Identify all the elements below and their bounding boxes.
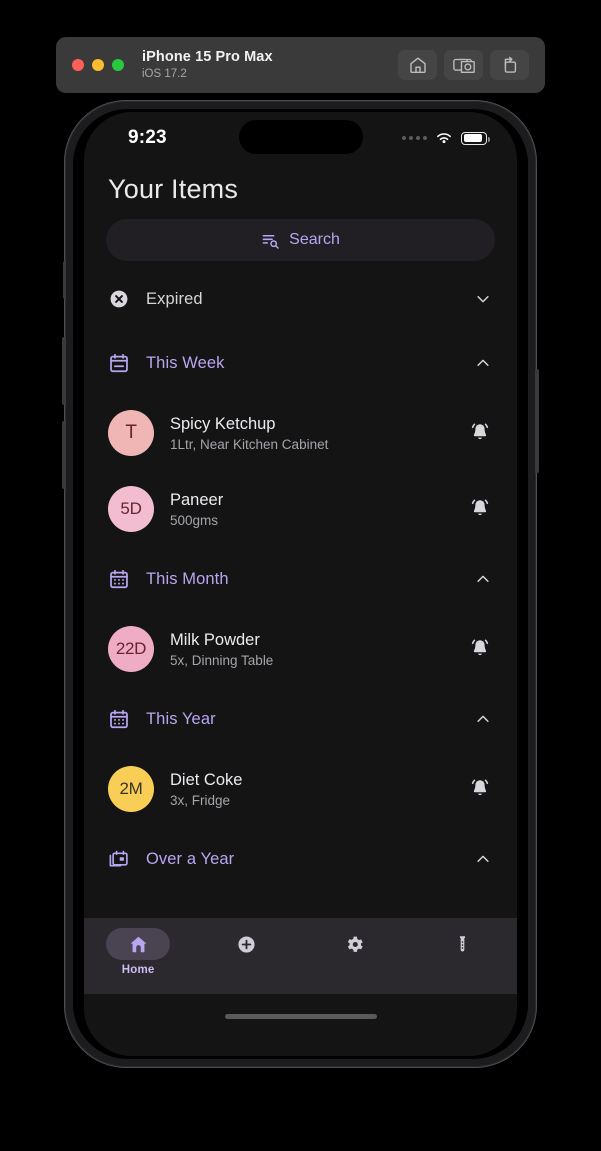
- list-item-title: Paneer: [170, 490, 224, 509]
- calendar-today-icon: [108, 352, 130, 374]
- list-item-text: Milk Powder 5x, Dinning Table: [170, 631, 273, 668]
- home-icon: [409, 57, 426, 74]
- notification-active-icon[interactable]: [467, 496, 493, 522]
- simulator-title-group: iPhone 15 Pro Max iOS 17.2: [142, 49, 273, 81]
- minimize-window-button[interactable]: [92, 59, 104, 71]
- calendar-month-icon: [108, 708, 130, 730]
- calendar-stack-icon: [108, 848, 130, 870]
- device-screen: 9:23 Your Items Search Expired This Week…: [84, 112, 517, 1056]
- list-item-subtitle: 3x, Fridge: [170, 792, 231, 808]
- chevron-up-icon[interactable]: [473, 849, 493, 869]
- simulator-screenshot-button[interactable]: [444, 50, 483, 80]
- tab-settings[interactable]: [301, 928, 409, 964]
- rotate-icon: [504, 56, 516, 73]
- section-label-this-month: This Month: [146, 569, 229, 588]
- avatar: 2M: [108, 766, 154, 812]
- screenshot-root: iPhone 15 Pro Max iOS 17.2 9:23 Your Ite…: [0, 0, 601, 1151]
- section-label-this-year: This Year: [146, 709, 216, 728]
- page-title: Your Items: [108, 174, 239, 204]
- tab-add[interactable]: [192, 928, 300, 964]
- items-list: Expired This Week T Spicy Ketchup 1Ltr, …: [84, 261, 517, 918]
- section-label-over-a-year: Over a Year: [146, 849, 235, 868]
- notification-active-icon[interactable]: [467, 636, 493, 662]
- search-label: Search: [289, 231, 340, 248]
- chevron-up-icon[interactable]: [473, 353, 493, 373]
- avatar: T: [108, 410, 154, 456]
- notification-active-icon[interactable]: [467, 776, 493, 802]
- simulator-rotate-button[interactable]: [490, 50, 529, 80]
- tab-add-pill: [214, 928, 278, 960]
- home-icon: [130, 936, 147, 952]
- simulator-home-button[interactable]: [398, 50, 437, 80]
- list-item-subtitle: 5x, Dinning Table: [170, 652, 274, 668]
- bottom-tab-bar: Home: [84, 918, 517, 994]
- tab-science[interactable]: [409, 928, 517, 964]
- battery-icon: [461, 131, 490, 145]
- avatar: 22D: [108, 626, 154, 672]
- section-header-this-year[interactable]: This Year: [84, 687, 517, 751]
- cellular-dots-icon: [402, 136, 427, 140]
- home-indicator[interactable]: [224, 1014, 377, 1019]
- tab-home[interactable]: Home: [84, 928, 192, 976]
- maximize-window-button[interactable]: [112, 59, 124, 71]
- search-button[interactable]: Search: [106, 219, 495, 261]
- tab-home-pill: [106, 928, 171, 960]
- home-indicator-area: [84, 994, 517, 1056]
- wifi-icon: [437, 133, 451, 144]
- tab-science-pill: [431, 928, 495, 960]
- status-bar: 9:23: [84, 112, 517, 164]
- close-window-button[interactable]: [72, 59, 84, 71]
- power-button[interactable]: [535, 369, 539, 473]
- calendar-month-icon: [108, 568, 130, 590]
- section-header-this-week[interactable]: This Week: [84, 331, 517, 395]
- list-item-title: Milk Powder: [170, 630, 260, 649]
- section-header-expired[interactable]: Expired: [84, 267, 517, 331]
- simulator-actions: [398, 50, 529, 80]
- list-item[interactable]: 2M Diet Coke 3x, Fridge: [84, 751, 517, 827]
- status-bar-clock: 9:23: [128, 127, 167, 148]
- tab-home-label: Home: [121, 964, 155, 976]
- screenshot-icon: [452, 58, 475, 73]
- list-item[interactable]: 5D Paneer 500gms: [84, 471, 517, 547]
- tab-settings-pill: [323, 928, 387, 960]
- section-label-this-week: This Week: [146, 353, 225, 372]
- list-item-text: Paneer 500gms: [170, 491, 223, 528]
- simulator-os-version: iOS 17.2: [142, 67, 187, 80]
- list-item[interactable]: T Spicy Ketchup 1Ltr, Near Kitchen Cabin…: [84, 395, 517, 471]
- section-header-over-a-year[interactable]: Over a Year: [84, 827, 517, 891]
- gear-icon: [347, 936, 363, 952]
- add-circle-icon: [238, 935, 255, 953]
- avatar: 5D: [108, 486, 154, 532]
- list-item[interactable]: 22D Milk Powder 5x, Dinning Table: [84, 611, 517, 687]
- volume-up-button[interactable]: [62, 337, 66, 405]
- search-section: Search: [84, 219, 517, 261]
- list-item-title: Diet Coke: [170, 770, 243, 789]
- list-item-text: Spicy Ketchup 1Ltr, Near Kitchen Cabinet: [170, 415, 328, 452]
- test-tube-icon: [460, 935, 466, 951]
- chevron-up-icon[interactable]: [473, 709, 493, 729]
- notification-active-icon[interactable]: [467, 420, 493, 446]
- list-item-subtitle: 1Ltr, Near Kitchen Cabinet: [170, 436, 329, 452]
- simulator-device-name: iPhone 15 Pro Max: [142, 49, 273, 66]
- status-bar-indicators: [402, 131, 490, 145]
- chevron-down-icon[interactable]: [473, 289, 493, 309]
- chevron-up-icon[interactable]: [473, 569, 493, 589]
- silent-switch[interactable]: [63, 261, 66, 299]
- list-item-title: Spicy Ketchup: [170, 414, 276, 433]
- simulator-titlebar: iPhone 15 Pro Max iOS 17.2: [56, 37, 545, 93]
- volume-down-button[interactable]: [62, 421, 66, 489]
- dynamic-island: [238, 120, 363, 154]
- manage-search-icon: [262, 234, 279, 249]
- list-item-text: Diet Coke 3x, Fridge: [170, 771, 242, 808]
- section-header-this-month[interactable]: This Month: [84, 547, 517, 611]
- section-label-expired: Expired: [146, 289, 203, 308]
- cancel-circle-icon: [108, 288, 130, 310]
- list-item-subtitle: 500gms: [170, 512, 219, 528]
- window-controls: [72, 59, 124, 71]
